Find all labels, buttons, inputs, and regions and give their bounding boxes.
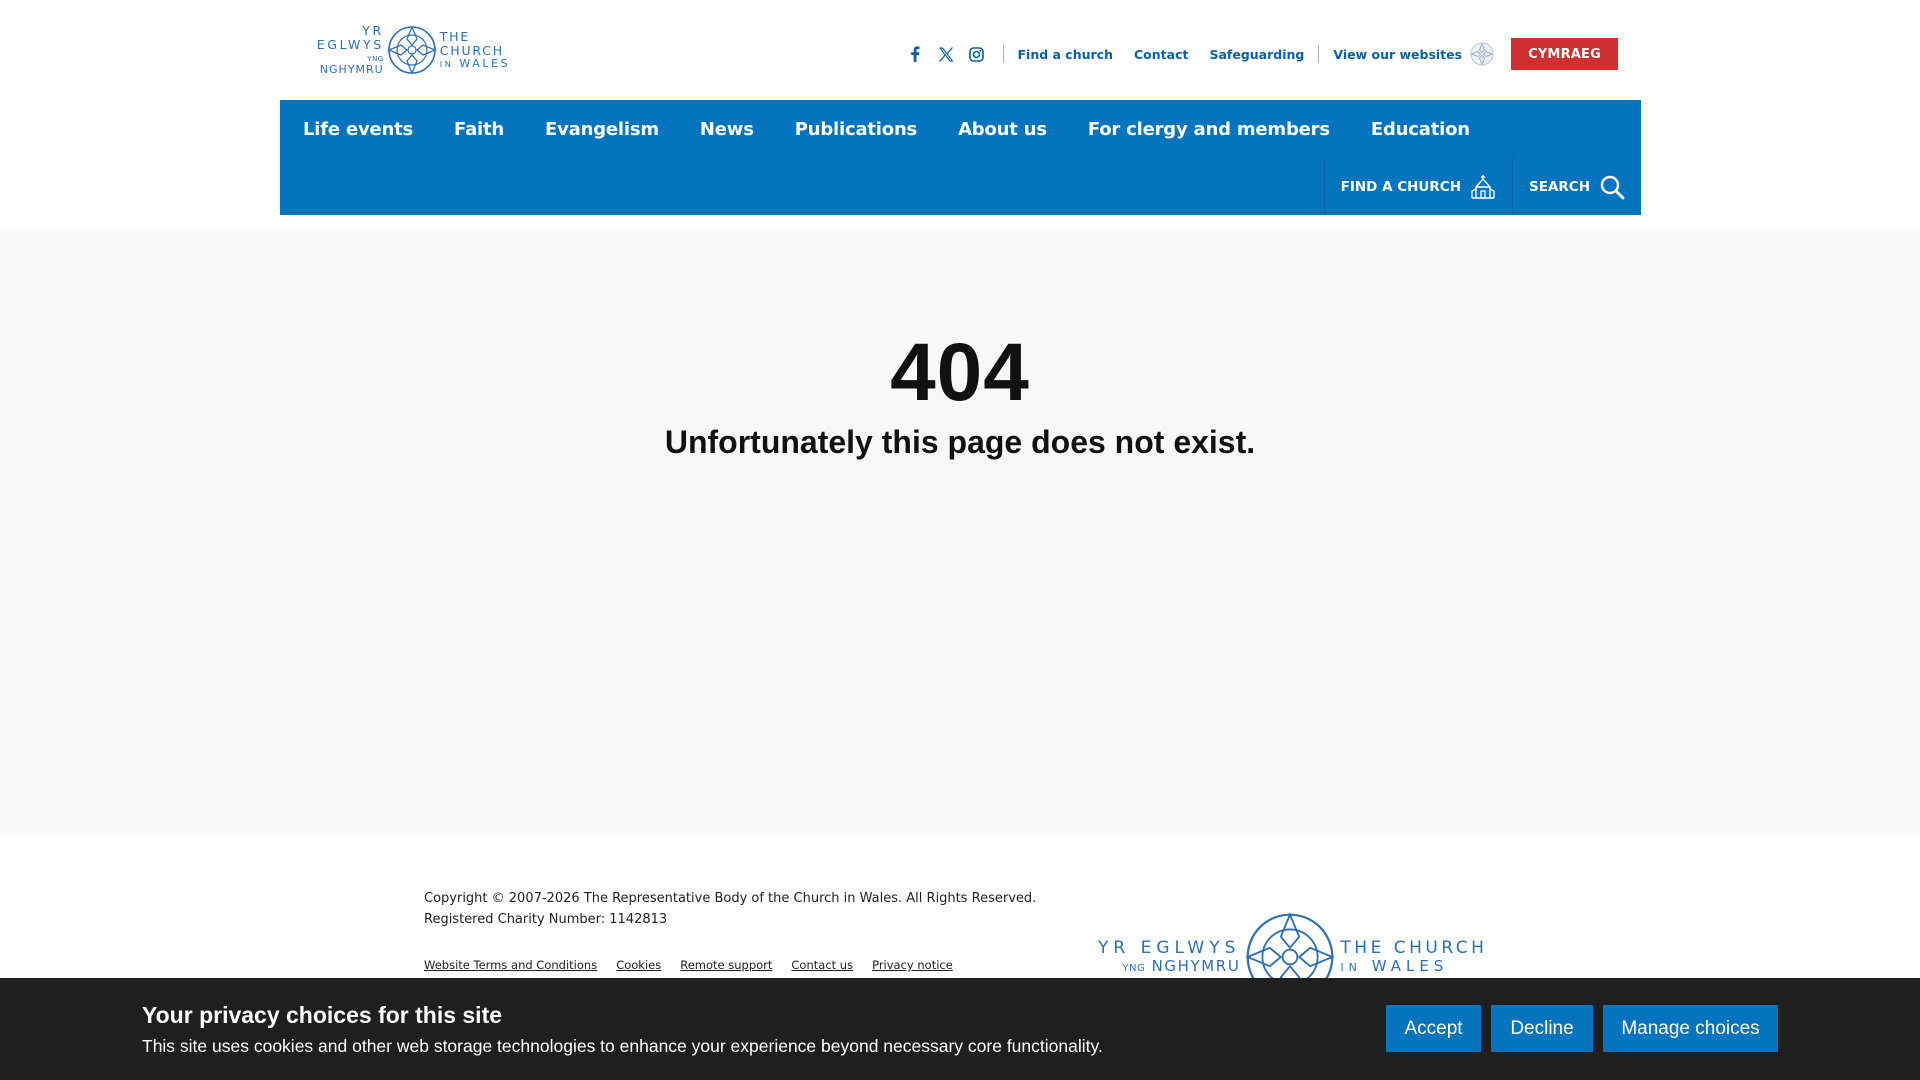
find-a-church-link[interactable]: Find a church [1018,47,1114,62]
nav-item-evangelism[interactable]: Evangelism [545,119,659,140]
search-button[interactable]: SEARCH [1512,158,1641,215]
nav-item-education[interactable]: Education [1371,119,1470,140]
nav-item-about-us[interactable]: About us [958,119,1047,140]
nav-menu: Life events Faith Evangelism News Public… [303,100,1511,158]
utility-divider [1002,45,1004,63]
logo-english-line2: WALES [459,56,511,70]
cookie-banner-title: Your privacy choices for this site [142,1002,503,1028]
footer-links: Website Terms and Conditions Cookies Rem… [424,958,972,972]
footer-logo-welsh-text: YR EGLWYS YNG NGHYMRU [1098,939,1240,974]
manage-choices-button[interactable]: Manage choices [1603,1005,1778,1052]
footer-link-contact-us[interactable]: Contact us [791,958,853,972]
view-our-websites-link[interactable]: View our websites [1333,42,1494,66]
nav-item-publications[interactable]: Publications [795,119,918,140]
copyright-block: Copyright © 2007-2026 The Representative… [424,888,1036,930]
footer-link-remote-support[interactable]: Remote support [680,958,772,972]
nav-tools: FIND A CHURCH SEARCH [1323,158,1641,215]
copyright-text: Copyright © 2007-2026 The Representative… [424,891,1037,906]
cookie-banner-buttons: Accept Decline Manage choices [1376,1005,1778,1052]
utility-divider [1318,45,1320,63]
nav-item-faith[interactable]: Faith [454,119,504,140]
logo-english-text: THE CHURCH IN WALES [440,30,525,70]
decline-button[interactable]: Decline [1491,1005,1593,1052]
cookie-consent-banner: Your privacy choices for this site This … [0,978,1920,1080]
contact-link[interactable]: Contact [1134,47,1188,62]
utility-bar: Find a church Contact Safeguarding View … [907,38,1618,70]
search-label: SEARCH [1529,178,1590,195]
main-navigation: Life events Faith Evangelism News Public… [280,100,1641,215]
footer-link-privacy-notice[interactable]: Privacy notice [872,958,953,972]
nav-item-news[interactable]: News [700,119,754,140]
error-message: Unfortunately this page does not exist. [664,424,1256,460]
footer-logo-english-line2: WALES [1371,957,1449,976]
footer-logo-english-small: IN [1340,961,1362,975]
site-header: YR EGLWYS YNG NGHYMRU THE CHURCH IN WALE… [0,0,1920,231]
logo-welsh-small: YNG [367,54,384,63]
footer-logo-english-text: THE CHURCH IN WALES [1340,939,1487,974]
safeguarding-link[interactable]: Safeguarding [1209,47,1304,62]
footer-logo-english-line1: THE CHURCH [1340,938,1488,959]
find-a-church-button[interactable]: FIND A CHURCH [1323,158,1512,215]
logo-welsh-line1: YR EGLWYS [316,23,384,52]
x-twitter-icon[interactable] [938,46,954,62]
instagram-icon[interactable] [969,46,985,62]
search-icon [1600,175,1625,199]
celtic-cross-icon [387,25,437,75]
footer-logo-welsh-line1: YR EGLWYS [1098,938,1241,959]
church-icon [1471,174,1495,199]
footer-link-cookies[interactable]: Cookies [616,958,661,972]
church-in-wales-logo[interactable]: YR EGLWYS YNG NGHYMRU THE CHURCH IN WALE… [303,24,525,76]
logo-english-small: IN [439,59,454,69]
celtic-cross-icon [1470,42,1494,66]
logo-english-line1: THE CHURCH [439,29,505,58]
cookie-banner-text: This site uses cookies and other web sto… [142,1036,1103,1056]
nav-item-life-events[interactable]: Life events [303,119,413,140]
logo-welsh-text: YR EGLWYS YNG NGHYMRU [303,24,384,76]
facebook-icon[interactable] [907,46,923,62]
error-code: 404 [890,327,1030,418]
footer-link-terms[interactable]: Website Terms and Conditions [424,958,597,972]
footer-logo-welsh-line2: NGHYMRU [1151,957,1241,976]
cymraeg-language-button[interactable]: CYMRAEG [1511,38,1618,70]
footer-logo-welsh-small: YNG [1122,963,1146,975]
logo-welsh-line2: NGHYMRU [319,62,384,76]
charity-number: Registered Charity Number: 1142813 [424,912,668,927]
accept-button[interactable]: Accept [1386,1005,1481,1052]
view-our-websites-label: View our websites [1333,46,1463,62]
find-a-church-label: FIND A CHURCH [1340,178,1461,195]
main-content: 404 Unfortunately this page does not exi… [0,231,1920,833]
nav-item-for-clergy-and-members[interactable]: For clergy and members [1088,119,1330,140]
